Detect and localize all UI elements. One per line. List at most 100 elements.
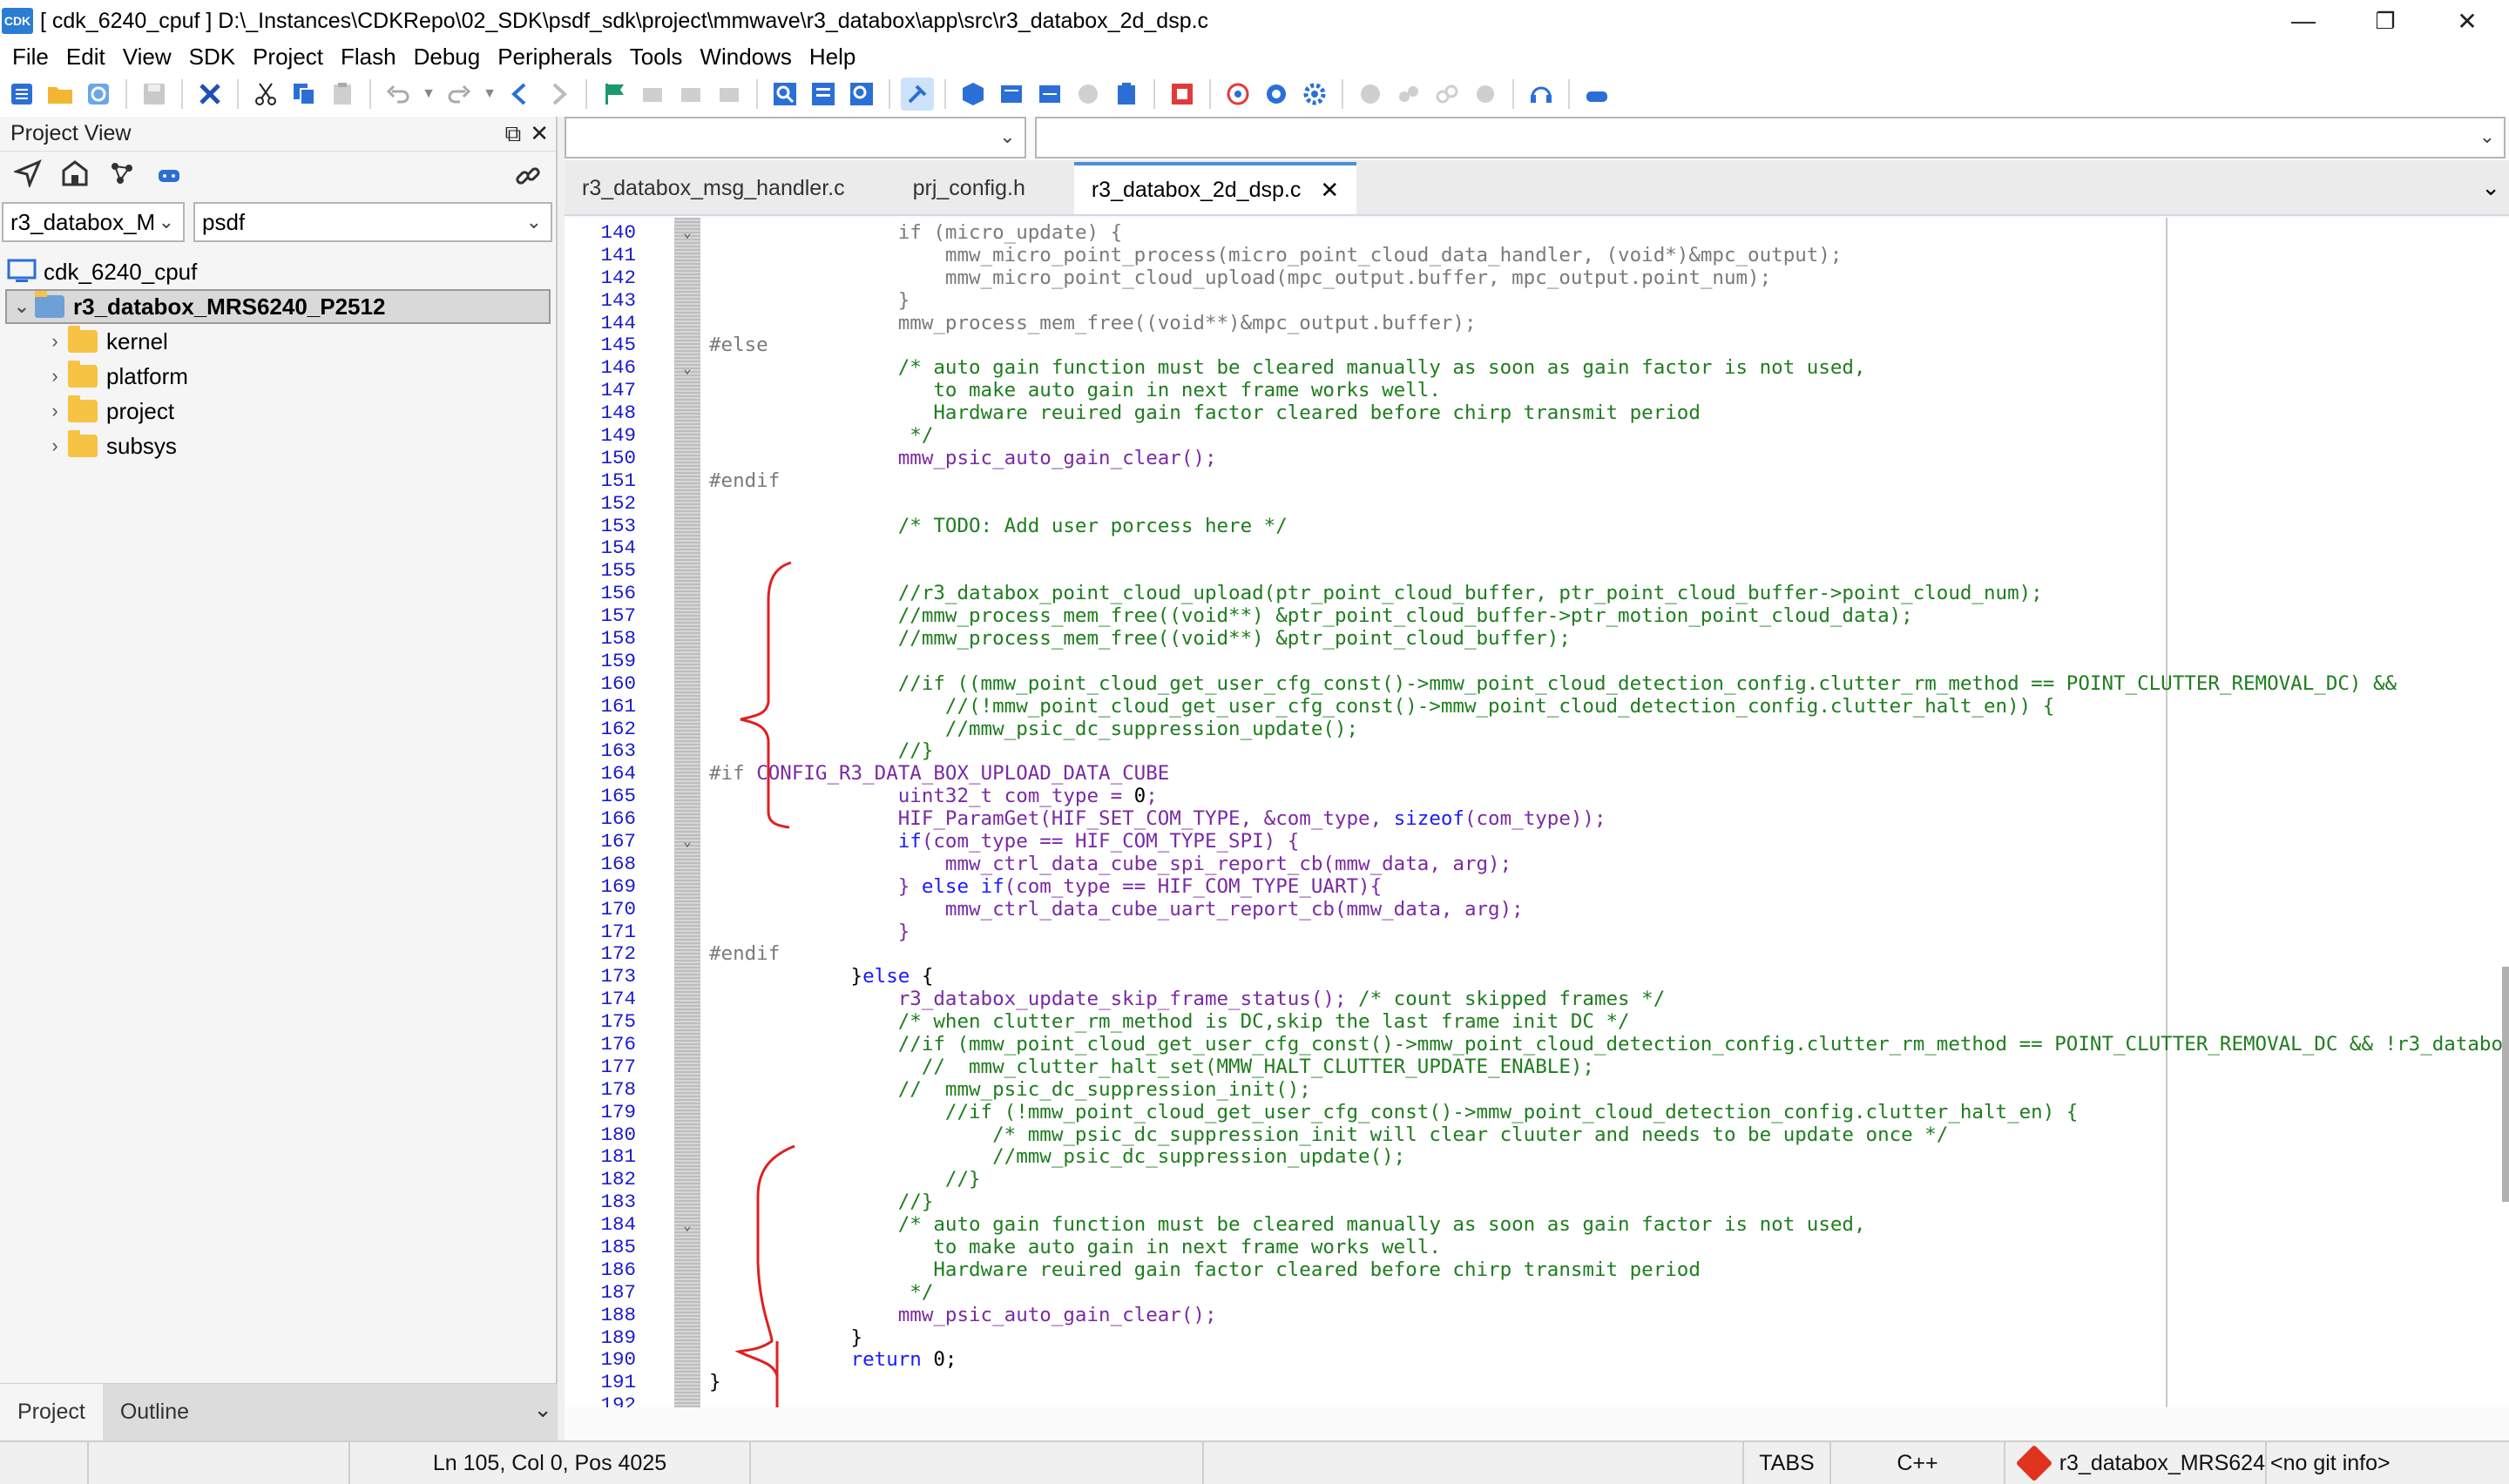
tree-item-workspace[interactable]: cdk_6240_cpuf	[0, 254, 556, 289]
code-line[interactable]: 191}	[565, 1371, 2509, 1393]
menu-windows[interactable]: Windows	[693, 44, 801, 71]
find-symbol-icon[interactable]	[845, 78, 878, 111]
robot-icon[interactable]	[155, 159, 183, 194]
restore-button[interactable]: ❐	[2343, 0, 2427, 42]
code-line[interactable]: 186 Hardware reuired gain factor cleared…	[565, 1258, 2509, 1281]
code-line[interactable]: 184 ⌄ /* auto gain function must be clear…	[565, 1213, 2509, 1236]
float-panel-icon[interactable]: ⧉	[505, 120, 522, 148]
home-icon[interactable]	[61, 159, 89, 194]
code-line[interactable]: 153 /* TODO: Add user porcess here */	[565, 515, 2509, 537]
menu-sdk[interactable]: SDK	[182, 44, 246, 71]
tab-r3-databox-msg-handler[interactable]: r3_databox_msg_handler.c	[565, 162, 862, 214]
link-icon[interactable]	[1392, 78, 1425, 111]
code-line[interactable]: 165 uint32_t com_type = 0;	[565, 785, 2509, 807]
code-line[interactable]: 182 //}	[565, 1168, 2509, 1191]
graph-icon[interactable]	[108, 159, 136, 194]
menu-project[interactable]: Project	[246, 44, 334, 71]
code-line[interactable]: 173 }else {	[565, 965, 2509, 988]
fold-toggle-icon[interactable]: ⌄	[674, 224, 700, 240]
tabs-menu-chevron-icon[interactable]: ⌄	[2481, 174, 2500, 201]
code-line[interactable]: 185 to make auto gain in next frame work…	[565, 1236, 2509, 1258]
menu-flash[interactable]: Flash	[334, 44, 407, 71]
tree-item-project[interactable]: ⌄ r3_databox_MRS6240_P2512	[5, 289, 551, 324]
locate-icon[interactable]	[12, 159, 42, 194]
code-line[interactable]: 181 //mmw_psic_dc_suppression_update();	[565, 1145, 2509, 1168]
menu-peripherals[interactable]: Peripherals	[490, 44, 623, 71]
code-line[interactable]: 149 */	[565, 424, 2509, 447]
link-chain-icon[interactable]	[514, 162, 542, 197]
paste-icon[interactable]	[326, 78, 359, 111]
close-window-button[interactable]: ✕	[2425, 0, 2509, 42]
code-line[interactable]: 150 mmw_psic_auto_gain_clear();	[565, 447, 2509, 469]
tree-item-folder[interactable]: › project	[0, 394, 556, 428]
settings-gear-icon[interactable]	[1298, 78, 1331, 111]
debug-attach-icon[interactable]	[1260, 78, 1293, 111]
close-tab-icon[interactable]: ✕	[1320, 177, 1339, 204]
break-icon[interactable]	[1469, 78, 1502, 111]
vertical-scrollbar[interactable]	[2502, 967, 2509, 1202]
language-mode[interactable]: C++	[1831, 1442, 2005, 1484]
git-branch[interactable]: r3_databox_MRS624	[2005, 1442, 2267, 1484]
code-line[interactable]: 158 //mmw_process_mem_free((void**) &ptr…	[565, 627, 2509, 650]
chevron-right-icon[interactable]: ›	[42, 330, 68, 353]
save-icon[interactable]	[138, 78, 171, 111]
back-icon[interactable]	[504, 78, 537, 111]
refresh-icon[interactable]	[82, 78, 115, 111]
redo-dropdown-icon[interactable]: ▼	[481, 78, 498, 111]
stop-icon[interactable]	[1072, 78, 1105, 111]
code-line[interactable]: 183 //}	[565, 1191, 2509, 1213]
debug-icon[interactable]	[1221, 78, 1254, 111]
chevron-down-icon[interactable]: ⌄	[9, 295, 35, 318]
config-select[interactable]: r3_databox_M ⌄	[2, 202, 185, 242]
download-icon[interactable]	[1110, 78, 1143, 111]
fold-toggle-icon[interactable]: ⌄	[674, 833, 700, 849]
code-line[interactable]: 155	[565, 559, 2509, 582]
close-panel-icon[interactable]: ✕	[530, 120, 549, 148]
code-line[interactable]: 187 */	[565, 1281, 2509, 1304]
code-line[interactable]: 156 //r3_databox_point_cloud_upload(ptr_…	[565, 582, 2509, 604]
code-line[interactable]: 143 }	[565, 289, 2509, 312]
new-file-icon[interactable]	[5, 78, 38, 111]
menu-tools[interactable]: Tools	[623, 44, 693, 71]
find-files-icon[interactable]	[807, 78, 840, 111]
menu-edit[interactable]: Edit	[59, 44, 116, 71]
code-line[interactable]: 140 ⌄ if (micro_update) {	[565, 221, 2509, 244]
code-line[interactable]: 152	[565, 492, 2509, 515]
code-editor[interactable]: 140 ⌄ if (micro_update) {141 mmw_micro_po…	[565, 218, 2509, 1407]
pin-icon[interactable]	[901, 78, 934, 111]
code-line[interactable]: 163 //}	[565, 739, 2509, 762]
code-line[interactable]: 167 ⌄ if(com_type == HIF_COM_TYPE_SPI) {	[565, 830, 2509, 853]
tab-project[interactable]: Project	[0, 1384, 103, 1440]
code-line[interactable]: 170 mmw_ctrl_data_cube_uart_report_cb(mm…	[565, 898, 2509, 921]
copy-icon[interactable]	[287, 78, 321, 111]
code-line[interactable]: 175 /* when clutter_rm_method is DC,skip…	[565, 1010, 2509, 1033]
bookmark-clear-icon[interactable]	[713, 78, 746, 111]
build-target-select[interactable]: psdf ⌄	[193, 202, 552, 242]
code-line[interactable]: 141 mmw_micro_point_process(micro_point_…	[565, 244, 2509, 266]
clean-icon[interactable]	[1033, 78, 1066, 111]
build-icon[interactable]	[957, 78, 990, 111]
code-line[interactable]: 160 //if ((mmw_point_cloud_get_user_cfg_…	[565, 672, 2509, 695]
code-line[interactable]: 148 Hardware reuired gain factor cleared…	[565, 401, 2509, 424]
tab-prj-config[interactable]: prj_config.h	[862, 162, 1043, 214]
code-line[interactable]: 151 #endif	[565, 469, 2509, 492]
code-line[interactable]: 177 // mmw_clutter_halt_set(MMW_HALT_CLU…	[565, 1056, 2509, 1078]
code-line[interactable]: 171 }	[565, 921, 2509, 943]
code-line[interactable]: 159	[565, 650, 2509, 672]
code-line[interactable]: 164 #if CONFIG_R3_DATA_BOX_UPLOAD_DATA_CU…	[565, 762, 2509, 785]
tree-item-folder[interactable]: › platform	[0, 359, 556, 394]
function-combo[interactable]: ⌄	[1034, 117, 2506, 159]
delete-icon[interactable]	[193, 78, 227, 111]
code-line[interactable]: 169 } else if(com_type == HIF_COM_TYPE_U…	[565, 875, 2509, 898]
tree-item-folder[interactable]: › subsys	[0, 428, 556, 463]
code-line[interactable]: 162 //mmw_psic_dc_suppression_update();	[565, 718, 2509, 740]
menu-debug[interactable]: Debug	[407, 44, 491, 71]
bookmark-next-icon[interactable]	[674, 78, 707, 111]
indent-mode[interactable]: TABS	[1744, 1442, 1831, 1484]
code-line[interactable]: 142 mmw_micro_point_cloud_upload(mpc_out…	[565, 266, 2509, 289]
tab-outline[interactable]: Outline ⌄	[102, 1384, 558, 1440]
bookmark-icon[interactable]	[598, 78, 631, 111]
code-line[interactable]: 146 ⌄ /* auto gain function must be clear…	[565, 356, 2509, 379]
circle-icon[interactable]	[1354, 78, 1387, 111]
code-line[interactable]: 189 }	[565, 1326, 2509, 1349]
